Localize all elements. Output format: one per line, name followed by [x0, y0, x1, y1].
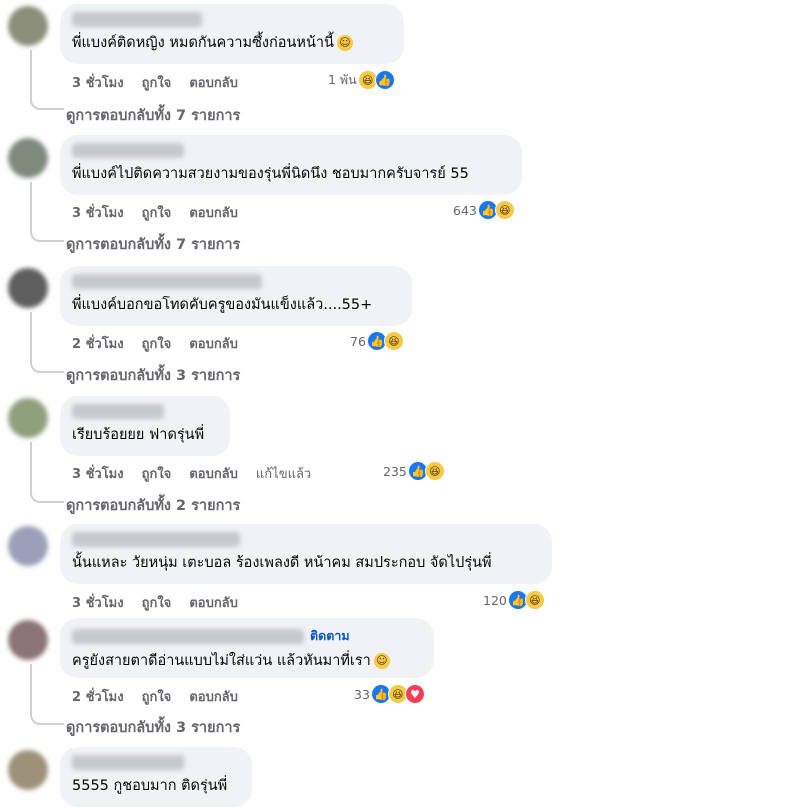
comment-time[interactable]: 2 ชั่วโมง — [72, 686, 124, 707]
avatar[interactable] — [8, 138, 48, 178]
comment-time[interactable]: 2 ชั่วโมง — [72, 333, 124, 354]
comment-text: พี่แบงค์ไปติดความสวยงามของรุ่นพี่นิดนึง … — [72, 166, 469, 182]
comment-time[interactable]: 3 ชั่วโมง — [72, 463, 124, 484]
author-name-blurred[interactable] — [72, 532, 240, 547]
like-button[interactable]: ถูกใจ — [142, 333, 172, 354]
comment-bubble: 5555 กูชอบมาก ติดรุ่นพี่ — [60, 747, 252, 807]
view-replies-link[interactable]: ดูการตอบกลับทั้ง 3 รายการ — [66, 716, 240, 739]
comment-text: พี่แบงค์ติดหญิง หมดกันความซึ้งก่อนหน้านี… — [72, 35, 334, 51]
reply-button[interactable]: ตอบกลับ — [189, 463, 238, 484]
avatar[interactable] — [8, 268, 48, 308]
comment-actions: 2 ชั่วโมง ถูกใจ ตอบกลับ — [72, 333, 238, 354]
comment-bubble: นั้นแหละ วัยหนุ่ม เตะบอล ร้องเพลงดี หน้า… — [60, 524, 552, 584]
haha-reaction-icon: 😆 — [383, 331, 404, 351]
reaction-count: 1 พัน — [328, 72, 357, 87]
reaction-summary[interactable]: 235 👍 😆 — [383, 461, 445, 481]
reply-button[interactable]: ตอบกลับ — [189, 333, 238, 354]
avatar[interactable] — [8, 6, 48, 46]
comment-bubble: เรียบร้อยยย ฟาดรุ่นพี่ — [60, 396, 230, 456]
comment-time[interactable]: 3 ชั่วโมง — [72, 592, 124, 613]
thread-line — [30, 312, 64, 373]
comment-actions: 3 ชั่วโมง ถูกใจ ตอบกลับ — [72, 202, 238, 223]
comment-actions: 3 ชั่วโมง ถูกใจ ตอบกลับ แก้ไขแล้ว — [72, 463, 311, 484]
comment-actions: 2 ชั่วโมง ถูกใจ ตอบกลับ — [72, 686, 238, 707]
like-button[interactable]: ถูกใจ — [142, 686, 172, 707]
reaction-count: 235 — [383, 463, 407, 479]
author-name-blurred[interactable] — [72, 755, 184, 770]
avatar[interactable] — [8, 620, 48, 660]
love-reaction-icon: ♥ — [404, 684, 425, 704]
follow-button[interactable]: ติดตาม — [310, 626, 350, 646]
comment-time[interactable]: 3 ชั่วโมง — [72, 202, 124, 223]
author-name-blurred[interactable] — [72, 12, 202, 27]
reply-button[interactable]: ตอบกลับ — [189, 686, 238, 707]
reply-button[interactable]: ตอบกลับ — [189, 592, 238, 613]
thread-line — [30, 442, 64, 503]
comment-bubble: ติดตาม ครูยังสายตาดีอ่านแบบไม่ใส่แว่น แล… — [60, 618, 434, 678]
like-reaction-icon: 👍 — [374, 70, 395, 90]
reaction-count: 33 — [354, 686, 370, 702]
author-name-blurred[interactable] — [72, 274, 262, 289]
avatar[interactable] — [8, 526, 48, 566]
reaction-count: 76 — [350, 333, 366, 349]
like-button[interactable]: ถูกใจ — [142, 72, 172, 93]
haha-reaction-icon: 😆 — [494, 200, 515, 220]
author-name-blurred[interactable] — [72, 143, 184, 158]
view-replies-link[interactable]: ดูการตอบกลับทั้ง 7 รายการ — [66, 233, 240, 256]
comment-text: 5555 กูชอบมาก ติดรุ่นพี่ — [72, 778, 228, 794]
comment-time[interactable]: 3 ชั่วโมง — [72, 72, 124, 93]
reaction-summary[interactable]: 1 พัน 😆 👍 — [328, 70, 395, 90]
comment-text: เรียบร้อยยย ฟาดรุ่นพี่ — [72, 427, 205, 443]
reaction-summary[interactable]: 33 👍 😆 ♥ — [354, 684, 425, 704]
author-name-blurred[interactable] — [72, 404, 164, 419]
haha-reaction-icon: 😆 — [424, 461, 445, 481]
thread-line — [30, 664, 64, 725]
view-replies-link[interactable]: ดูการตอบกลับทั้ง 7 รายการ — [66, 104, 240, 127]
like-button[interactable]: ถูกใจ — [142, 202, 172, 223]
reaction-summary[interactable]: 120 👍 😆 — [483, 590, 545, 610]
thread-line — [30, 182, 64, 242]
comment-text: พี่แบงค์บอกขอโทดคับครูของมันแข็งแล้ว....… — [72, 297, 373, 313]
comment-actions: 3 ชั่วโมง ถูกใจ ตอบกลับ — [72, 592, 238, 613]
comment-text: ครูยังสายตาดีอ่านแบบไม่ใส่แว่น แล้วหันมา… — [72, 653, 371, 669]
reaction-summary[interactable]: 643 👍 😆 — [453, 200, 515, 220]
like-button[interactable]: ถูกใจ — [142, 592, 172, 613]
grinning-emoji-icon: ☺ — [373, 653, 390, 669]
view-replies-link[interactable]: ดูการตอบกลับทั้ง 3 รายการ — [66, 364, 240, 387]
avatar[interactable] — [8, 750, 48, 790]
author-name-blurred[interactable] — [72, 628, 304, 644]
comment-actions: 3 ชั่วโมง ถูกใจ ตอบกลับ — [72, 72, 238, 93]
reaction-summary[interactable]: 76 👍 😆 — [350, 331, 404, 351]
comment-bubble: พี่แบงค์บอกขอโทดคับครูของมันแข็งแล้ว....… — [60, 266, 412, 326]
edited-label[interactable]: แก้ไขแล้ว — [256, 463, 311, 484]
reply-button[interactable]: ตอบกลับ — [189, 72, 238, 93]
avatar[interactable] — [8, 398, 48, 438]
laughing-emoji-icon: ☺ — [336, 35, 353, 51]
thread-line — [30, 50, 64, 110]
reaction-count: 643 — [453, 202, 477, 218]
reply-button[interactable]: ตอบกลับ — [189, 202, 238, 223]
reaction-count: 120 — [483, 592, 507, 608]
view-replies-link[interactable]: ดูการตอบกลับทั้ง 2 รายการ — [66, 494, 240, 517]
haha-reaction-icon: 😆 — [524, 590, 545, 610]
comment-text: นั้นแหละ วัยหนุ่ม เตะบอล ร้องเพลงดี หน้า… — [72, 555, 492, 571]
comment-bubble: พี่แบงค์ติดหญิง หมดกันความซึ้งก่อนหน้านี… — [60, 4, 404, 64]
like-button[interactable]: ถูกใจ — [142, 463, 172, 484]
comment-bubble: พี่แบงค์ไปติดความสวยงามของรุ่นพี่นิดนึง … — [60, 135, 522, 195]
